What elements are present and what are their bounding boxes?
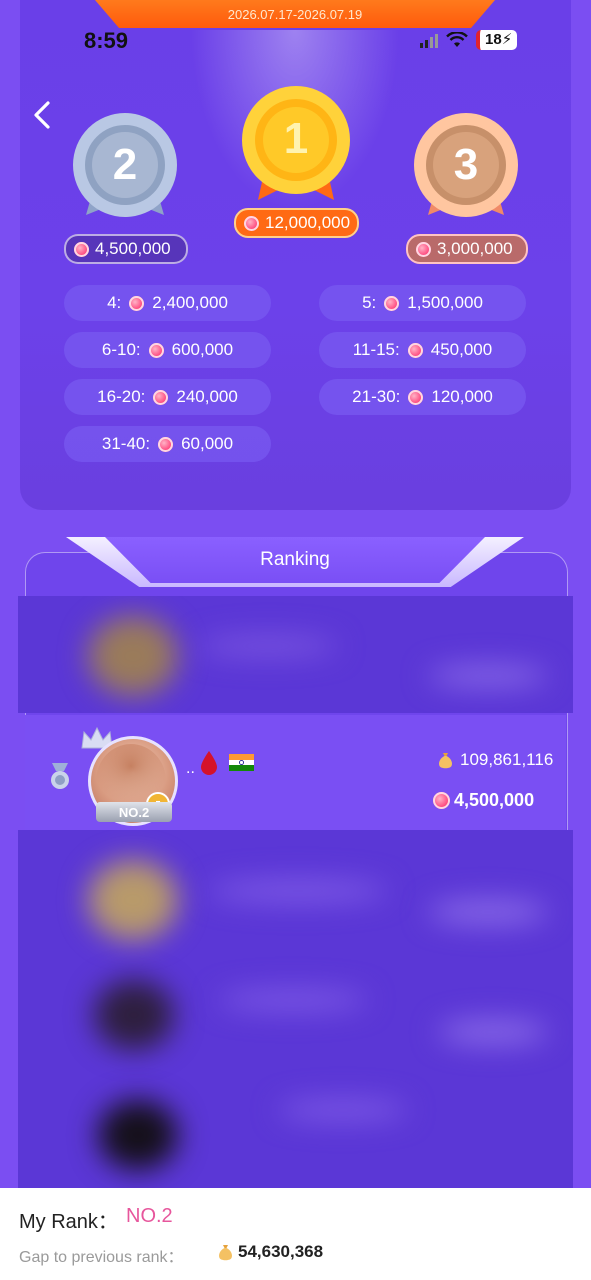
battery-level: 18 — [485, 31, 502, 48]
tier-prize: 450,000 — [430, 340, 493, 359]
tier-prize: 1,500,000 — [407, 293, 483, 312]
tier-range: 11-15: — [352, 340, 400, 359]
my-rank-label: My Rank： — [19, 1211, 118, 1233]
battery-indicator: 18⚡ — [476, 30, 518, 50]
podium-3-prize-value: 3,000,000 — [437, 239, 513, 258]
money-bag-icon — [439, 752, 452, 768]
tier-4: 4: 2,400,000 — [64, 285, 271, 321]
tier-range: 6-10: — [101, 340, 141, 359]
medal-rank-1: 1 — [236, 84, 356, 202]
status-time: 8:59 — [84, 28, 129, 53]
coin-icon — [416, 241, 431, 257]
date-range-text: 2026.07.17-2026.07.19 — [227, 6, 363, 22]
coin-icon — [407, 342, 423, 358]
coin-icon — [129, 295, 145, 311]
tier-6-10: 6-10: 600,000 — [64, 332, 271, 368]
wifi-icon — [446, 32, 468, 47]
status-icons: 18⚡ — [420, 30, 518, 50]
reward-value: 4,500,000 — [454, 790, 535, 810]
tier-5: 5: 1,500,000 — [319, 285, 526, 321]
tier-range: 31-40: — [101, 434, 151, 453]
podium-2-prize: 4,500,000 — [64, 234, 188, 264]
gap-label: Gap to previous rank： — [19, 1249, 184, 1266]
coin-icon — [384, 295, 400, 311]
tier-31-40: 31-40: 60,000 — [64, 426, 271, 462]
tier-prize: 60,000 — [181, 434, 234, 453]
tier-11-15: 11-15: 450,000 — [319, 332, 526, 368]
score-value: 109,861,116 — [460, 750, 554, 769]
user-name: .. — [186, 760, 195, 777]
tier-prize: 2,400,000 — [152, 293, 228, 312]
signal-icon — [420, 32, 438, 48]
coin-icon — [244, 215, 259, 231]
medal-rank-2: 2 — [66, 110, 184, 220]
silver-rank-medal-icon — [51, 763, 69, 789]
podium-1-prize: 12,000,000 — [234, 208, 359, 238]
ranking-title: Ranking — [105, 537, 485, 583]
coin-icon — [74, 241, 89, 257]
tier-prize: 240,000 — [176, 387, 238, 406]
date-range-banner: 2026.07.17-2026.07.19 — [95, 0, 495, 28]
blood-drop-icon — [201, 751, 217, 775]
ranking-title-text: Ranking — [260, 549, 330, 570]
coin-icon — [153, 389, 169, 405]
rank-badge: NO.2 — [96, 802, 172, 822]
tier-range: 5: — [362, 293, 377, 312]
tier-range: 4: — [107, 293, 122, 312]
tier-range: 21-30: — [352, 387, 401, 406]
coin-icon — [148, 342, 164, 358]
tier-prize: 120,000 — [431, 387, 493, 406]
tier-prize: 600,000 — [171, 340, 234, 359]
reward: 4,500,000 — [433, 790, 534, 811]
tier-16-20: 16-20: 240,000 — [64, 379, 271, 415]
back-arrow-icon[interactable] — [30, 100, 54, 130]
tier-21-30: 21-30: 120,000 — [319, 379, 526, 415]
tier-range: 16-20: — [97, 387, 146, 406]
podium-1-prize-value: 12,000,000 — [265, 213, 351, 232]
coin-icon — [433, 792, 450, 809]
medal-rank-3-number: 3 — [453, 140, 479, 189]
score: 109,861,116 — [438, 750, 553, 770]
coin-icon — [408, 389, 424, 405]
gap-amount: 54,630,368 — [218, 1242, 323, 1262]
medal-rank-2-number: 2 — [112, 140, 138, 189]
ranking-rows-blurred — [18, 830, 573, 1190]
my-rank-value: NO.2 — [126, 1205, 173, 1227]
podium-3-prize: 3,000,000 — [406, 234, 528, 264]
podium-2-prize-value: 4,500,000 — [95, 239, 171, 258]
coin-icon — [158, 436, 174, 452]
gap-value: 54,630,368 — [238, 1242, 324, 1261]
medal-rank-3: 3 — [408, 110, 524, 220]
india-flag-icon — [229, 754, 254, 771]
medal-rank-1-number: 1 — [283, 114, 309, 163]
money-bag-icon — [219, 1244, 232, 1260]
ranking-row-blurred — [18, 596, 573, 713]
